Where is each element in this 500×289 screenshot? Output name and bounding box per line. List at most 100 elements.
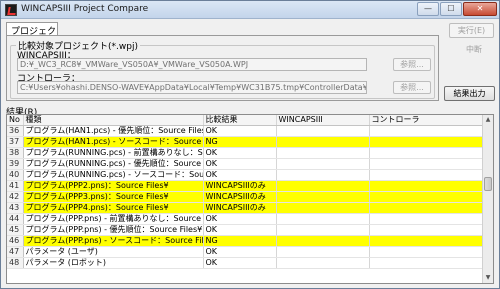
window-title: WINCAPSIII Project Compare bbox=[21, 4, 149, 14]
row-result-cell: OK bbox=[203, 246, 277, 259]
scrollbar-thumb[interactable] bbox=[484, 177, 492, 191]
row-number: 36 bbox=[7, 125, 24, 138]
row-type-cell: プログラム(PPP.pns) - ソースコード：Source Files¥ bbox=[23, 235, 204, 248]
row-number: 46 bbox=[7, 235, 24, 248]
output-results-button[interactable]: 結果出力 bbox=[444, 86, 495, 101]
row-number: 40 bbox=[7, 169, 24, 182]
row-wincaps-cell bbox=[276, 191, 370, 204]
row-controller-cell bbox=[369, 169, 484, 182]
table-row[interactable]: 44プログラム(PPP.pns) - 前置構ありなし：Source Files¥… bbox=[7, 213, 484, 226]
table-row[interactable]: 43 プログラム(PPP4.pns)：Source Files¥ WINCAPSII… bbox=[7, 202, 484, 215]
row-result-cell: OK bbox=[203, 257, 277, 270]
results-table: No 種類 比較結果 WINCAPSIII コントローラ 36 プログラム(HAN… bbox=[7, 115, 484, 270]
row-number: 39 bbox=[7, 158, 24, 171]
row-controller-cell bbox=[369, 147, 484, 160]
row-controller-cell bbox=[369, 235, 484, 248]
row-type-cell: パラメータ (ユーザ) bbox=[23, 246, 204, 259]
app-logo-icon bbox=[5, 4, 17, 16]
row-type-cell: プログラム(HAN1.pcs) - ソースコード：Source Files¥VP… bbox=[23, 136, 204, 149]
table-row[interactable]: 36プログラム(HAN1.pcs) - 優先順位：Source Files¥VP… bbox=[7, 125, 484, 138]
row-number: 37 bbox=[7, 136, 24, 149]
column-header-type[interactable]: 種類 bbox=[23, 115, 204, 127]
table-row[interactable]: 37プログラム(HAN1.pcs) - ソースコード：Source Files¥… bbox=[7, 136, 484, 149]
table-row[interactable]: 39プログラム(RUNNING.pcs) - 優先順位：Source Files… bbox=[7, 158, 484, 171]
row-wincaps-cell bbox=[276, 180, 370, 193]
column-header-wincaps[interactable]: WINCAPSIII bbox=[276, 115, 370, 127]
row-type-cell: プログラム(PPP2.pns)：Source Files¥ bbox=[23, 180, 204, 193]
row-number: 42 bbox=[7, 191, 24, 204]
row-wincaps-cell bbox=[276, 202, 370, 215]
row-wincaps-cell bbox=[276, 224, 370, 237]
table-row[interactable]: 40プログラム(RUNNING.pcs) - ソースコード：Source Fil… bbox=[7, 169, 484, 182]
row-controller-cell bbox=[369, 125, 484, 138]
row-result-cell: WINCAPSIIIのみ bbox=[203, 180, 277, 193]
row-type-cell: プログラム(PPP.pns) - 優先順位：Source Files¥ bbox=[23, 224, 204, 237]
row-type-cell: プログラム(RUNNING.pcs) - ソースコード：Source Files… bbox=[23, 169, 204, 182]
row-number: 47 bbox=[7, 246, 24, 259]
controller-browse-button[interactable]: 参照... bbox=[393, 81, 431, 94]
table-row[interactable]: 42 プログラム(PPP3.pns)：Source Files¥ WINCAPSII… bbox=[7, 191, 484, 204]
close-button[interactable]: ✕ bbox=[463, 2, 497, 16]
row-number: 48 bbox=[7, 257, 24, 270]
wincaps-path-field[interactable]: D:¥_WC3_RC8¥_VMWare_VS050A¥_VMWare_VS050… bbox=[17, 58, 367, 71]
row-number: 38 bbox=[7, 147, 24, 160]
table-row[interactable]: 41 プログラム(PPP2.pns)：Source Files¥ WINCAPSII… bbox=[7, 180, 484, 193]
row-wincaps-cell bbox=[276, 235, 370, 248]
row-controller-cell bbox=[369, 202, 484, 215]
row-number: 44 bbox=[7, 213, 24, 226]
column-header-no[interactable]: No bbox=[7, 115, 24, 127]
row-controller-cell bbox=[369, 158, 484, 171]
table-row[interactable]: 38プログラム(RUNNING.pcs) - 前置構ありなし：Source FO… bbox=[7, 147, 484, 160]
app-window: WINCAPSIII Project Compare — ☐ ✕ プロジェクト … bbox=[0, 0, 500, 289]
window-controls: — ☐ ✕ bbox=[417, 2, 497, 16]
row-controller-cell bbox=[369, 246, 484, 259]
row-controller-cell bbox=[369, 136, 484, 149]
row-type-cell: プログラム(RUNNING.pcs) - 優先順位：Source Files¥ bbox=[23, 158, 204, 171]
scroll-up-icon[interactable]: ▲ bbox=[483, 115, 493, 125]
row-type-cell: パラメータ (ロボット) bbox=[23, 257, 204, 270]
scroll-down-icon[interactable]: ▼ bbox=[483, 273, 493, 283]
row-result-cell: OK bbox=[203, 147, 277, 160]
wincaps-browse-button[interactable]: 参照... bbox=[393, 58, 431, 71]
column-header-controller[interactable]: コントローラ bbox=[369, 115, 484, 127]
title-bar: WINCAPSIII Project Compare — ☐ ✕ bbox=[1, 1, 499, 19]
row-controller-cell bbox=[369, 213, 484, 226]
controller-path-field[interactable]: C:¥Users¥ohashi.DENSO-WAVE¥AppData¥Local… bbox=[17, 81, 367, 94]
row-controller-cell bbox=[369, 224, 484, 237]
execute-button[interactable]: 実行(E) bbox=[449, 23, 494, 38]
column-header-result[interactable]: 比較結果 bbox=[203, 115, 277, 127]
row-type-cell: プログラム(PPP3.pns)：Source Files¥ bbox=[23, 191, 204, 204]
table-row[interactable]: 48 パラメータ (ロボット) OK bbox=[7, 257, 484, 270]
results-header-row: No 種類 比較結果 WINCAPSIII コントローラ bbox=[7, 115, 484, 127]
row-type-cell: プログラム(PPP.pns) - 前置構ありなし：Source Files¥ bbox=[23, 213, 204, 226]
row-wincaps-cell bbox=[276, 147, 370, 160]
row-result-cell: WINCAPSIIIのみ bbox=[203, 191, 277, 204]
row-number: 43 bbox=[7, 202, 24, 215]
table-row[interactable]: 45 プログラム(PPP.pns) - 優先順位：Source Files¥ OK bbox=[7, 224, 484, 237]
row-type-cell: プログラム(HAN1.pcs) - 優先順位：Source Files¥VP_P… bbox=[23, 125, 204, 138]
row-wincaps-cell bbox=[276, 136, 370, 149]
results-body: 36プログラム(HAN1.pcs) - 優先順位：Source Files¥VP… bbox=[7, 125, 484, 270]
row-wincaps-cell bbox=[276, 246, 370, 259]
row-result-cell: OK bbox=[203, 169, 277, 182]
row-result-cell: NG bbox=[203, 235, 277, 248]
row-type-cell: プログラム(RUNNING.pcs) - 前置構ありなし：Source F bbox=[23, 147, 204, 160]
row-result-cell: OK bbox=[203, 158, 277, 171]
table-row[interactable]: 46 プログラム(PPP.pns) - ソースコード：Source Files¥ N… bbox=[7, 235, 484, 248]
row-controller-cell bbox=[369, 191, 484, 204]
minimize-button[interactable]: — bbox=[417, 2, 439, 16]
tab-project[interactable]: プロジェクト bbox=[6, 22, 58, 50]
results-grid[interactable]: No 種類 比較結果 WINCAPSIII コントローラ 36 プログラム(HAN… bbox=[6, 114, 494, 284]
row-controller-cell bbox=[369, 180, 484, 193]
stop-button[interactable]: 中断 bbox=[466, 44, 482, 55]
row-wincaps-cell bbox=[276, 169, 370, 182]
row-result-cell: OK bbox=[203, 125, 277, 138]
row-controller-cell bbox=[369, 257, 484, 270]
row-wincaps-cell bbox=[276, 213, 370, 226]
vertical-scrollbar[interactable]: ▲ ▼ bbox=[482, 115, 493, 283]
table-row[interactable]: 47 パラメータ (ユーザ) OK bbox=[7, 246, 484, 259]
row-number: 45 bbox=[7, 224, 24, 237]
maximize-button[interactable]: ☐ bbox=[440, 2, 462, 16]
row-result-cell: OK bbox=[203, 224, 277, 237]
row-type-cell: プログラム(PPP4.pns)：Source Files¥ bbox=[23, 202, 204, 215]
